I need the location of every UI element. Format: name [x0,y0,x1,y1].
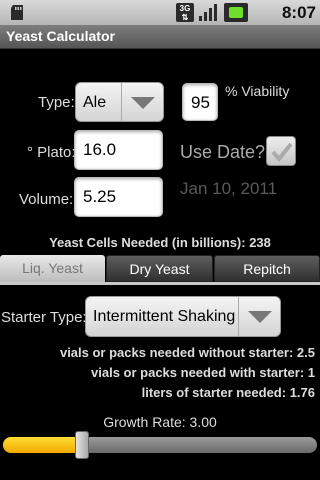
clock: 8:07 PM [281,3,316,41]
spinner-arrow [121,83,163,121]
battery-charging-icon [224,3,248,22]
app-title: Yeast Calculator [6,28,115,44]
network-3g-icon: 3G ⇅ [176,3,194,22]
volume-input[interactable]: 5.25 [74,177,163,217]
starter-liters: liters of starter needed: 1.76 [141,385,315,400]
tab-dry-yeast[interactable]: Dry Yeast [106,255,213,282]
starter-type-label: Starter Type: [1,309,87,326]
type-label: Type: [38,94,75,111]
slider-thumb[interactable] [74,431,89,459]
chevron-down-icon [248,311,272,323]
viability-value: 95 [191,93,210,112]
tab-liquid-yeast[interactable]: Liq. Yeast [0,255,105,282]
use-date-label: Use Date? [180,142,266,162]
tab-repitch[interactable]: Repitch [214,255,320,282]
yeast-tabs: Liq. Yeast Dry Yeast Repitch [0,255,320,282]
plato-value: 16.0 [83,140,117,159]
starter-type-value: Intermittent Shaking [93,308,236,325]
type-spinner-value: Ale [83,94,107,111]
growth-rate-slider[interactable] [3,437,317,453]
status-bar: 3G⇅ 8:07 PM [0,0,320,41]
signal-icon [199,4,217,21]
starter-type-spinner[interactable]: Intermittent Shaking [85,296,281,337]
volume-label: Volume: [19,191,74,208]
vials-without-starter: vials or packs needed without starter: 2… [59,345,315,360]
spinner-arrow [238,297,280,336]
plato-input[interactable]: 16.0 [74,130,163,170]
viability-input[interactable]: 95 [182,83,218,121]
growth-rate-label: Growth Rate: 3.00 [103,414,217,430]
slider-fill [3,437,82,453]
plato-label: ° Plato: [27,144,76,161]
type-spinner[interactable]: Ale [75,82,164,122]
cells-needed-text: Yeast Cells Needed (in billions): 238 [49,235,271,250]
vials-with-starter: vials or packs needed with starter: 1 [91,365,315,380]
checkmark-icon [271,142,293,163]
viability-label: % Viability [225,83,290,99]
use-date-checkbox[interactable] [266,136,296,166]
brew-date[interactable]: Jan 10, 2011 [180,179,277,199]
volume-value: 5.25 [83,187,117,206]
tab-underline [0,282,320,285]
title-bar: Yeast Calculator [0,25,320,49]
chevron-down-icon [131,97,155,109]
sd-card-icon [11,5,23,20]
